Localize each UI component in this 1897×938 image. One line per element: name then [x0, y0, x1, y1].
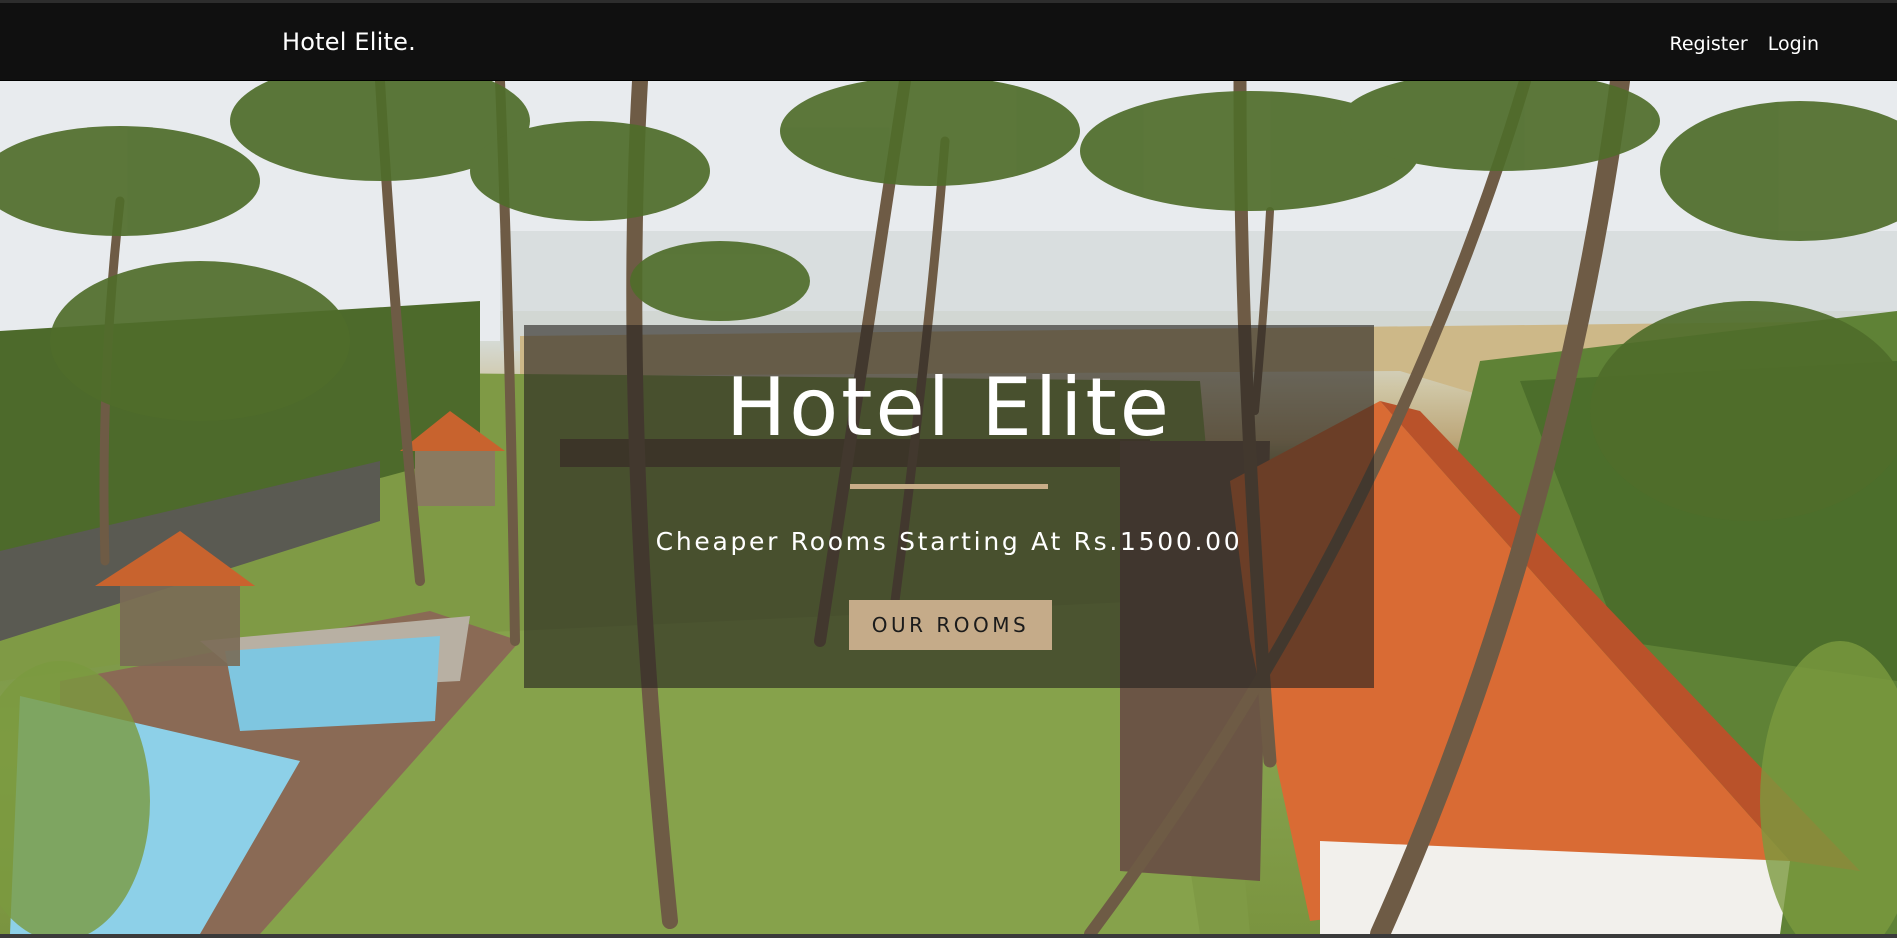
- hero-overlay-box: Hotel Elite Cheaper Rooms Starting At Rs…: [524, 325, 1374, 688]
- top-navbar: Hotel Elite. Register Login: [0, 0, 1897, 81]
- nav-links: Register Login: [1670, 33, 1820, 55]
- hero-subtitle: Cheaper Rooms Starting At Rs.1500.00: [655, 527, 1243, 556]
- register-link[interactable]: Register: [1670, 33, 1748, 55]
- hero-divider: [850, 484, 1048, 489]
- login-link[interactable]: Login: [1768, 33, 1819, 55]
- our-rooms-button[interactable]: OUR ROOMS: [849, 600, 1052, 650]
- hero-section: Hotel Elite Cheaper Rooms Starting At Rs…: [0, 81, 1897, 934]
- hero-title: Hotel Elite: [726, 361, 1172, 454]
- bottom-edge: [0, 934, 1897, 938]
- brand-logo-link[interactable]: Hotel Elite.: [282, 28, 416, 56]
